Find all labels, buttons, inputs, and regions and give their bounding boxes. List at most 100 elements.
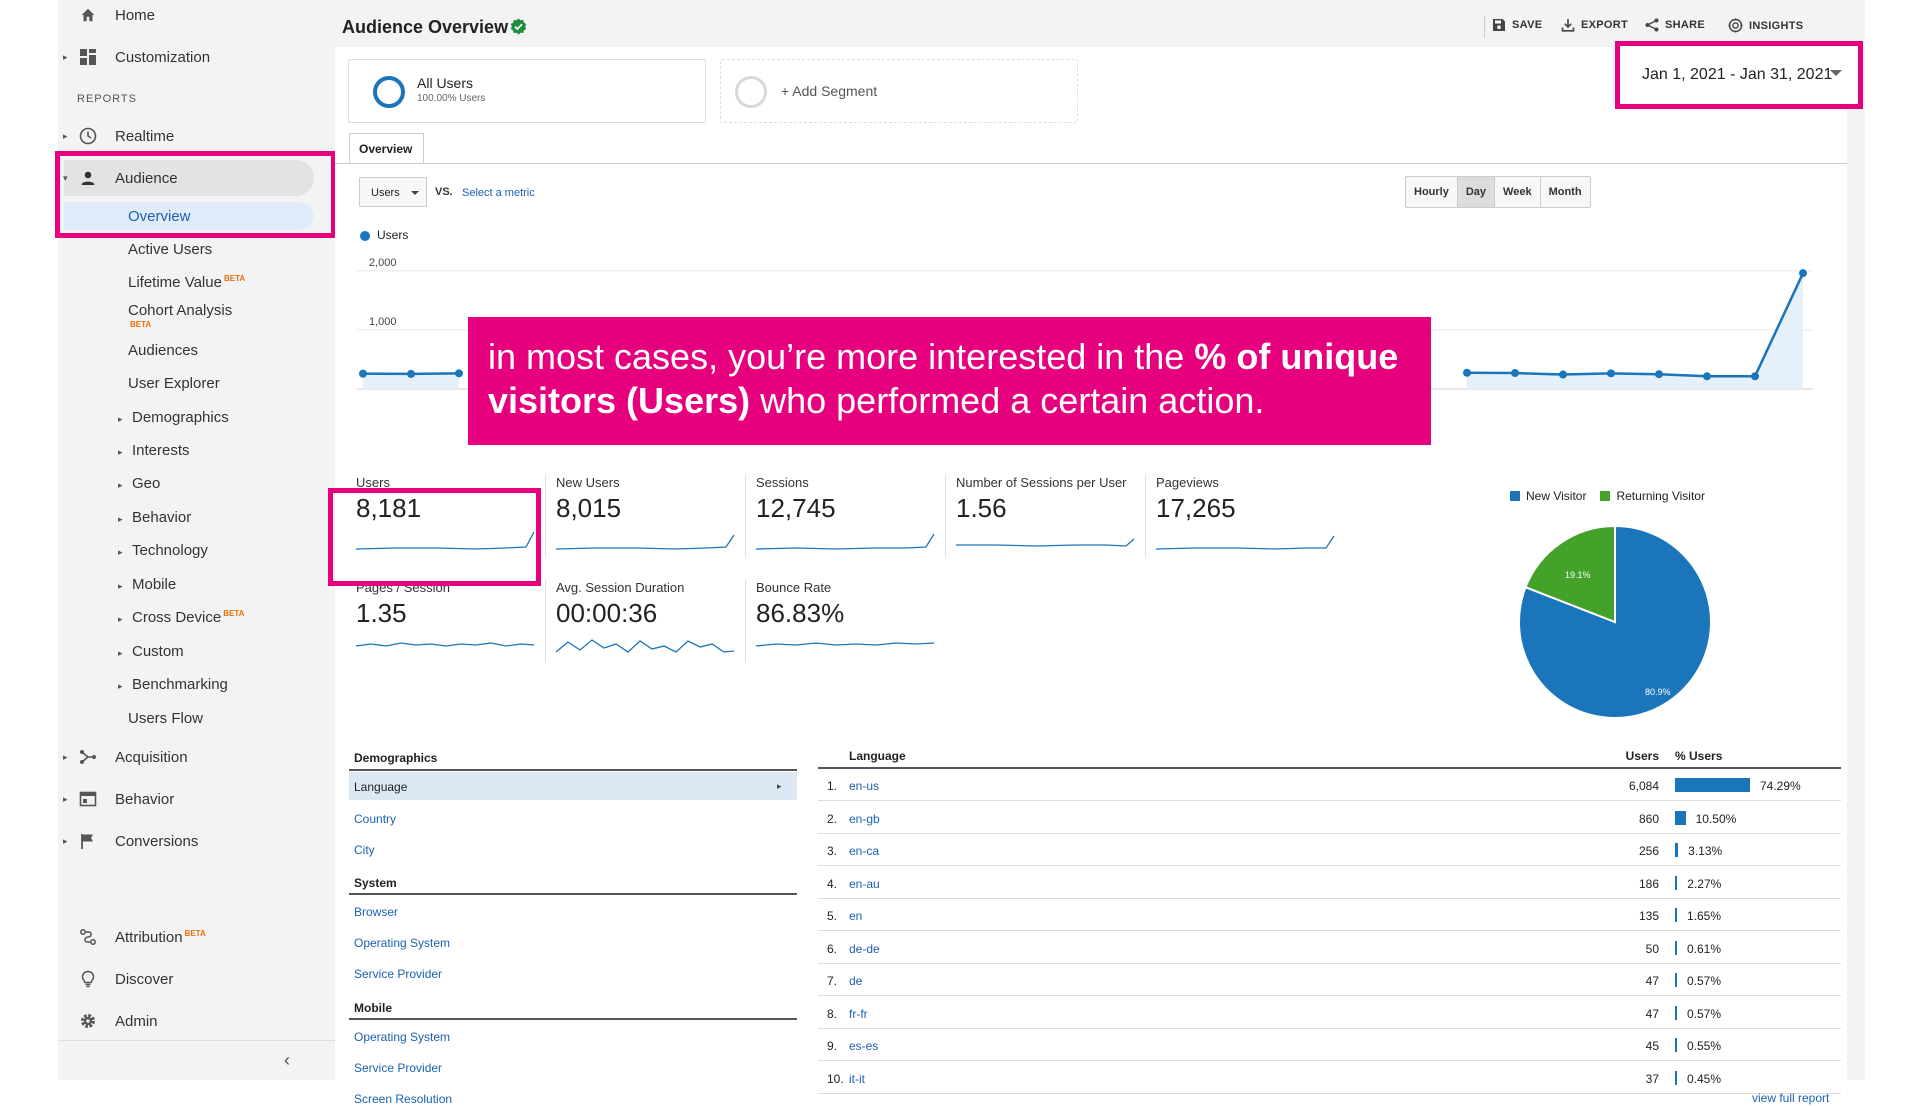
nav-item-label: Custom <box>132 643 184 660</box>
nav-home-label: Home <box>115 6 156 24</box>
nav-item-label: Cohort Analysis <box>128 302 233 319</box>
expand-caret-icon: ▸ <box>118 648 123 658</box>
table-row[interactable]: 10. it-it 37 0.45% <box>818 1062 1841 1094</box>
nav-lifetime-value[interactable]: Lifetime Value BETA <box>128 274 245 291</box>
audience-highlight-box <box>55 151 336 238</box>
share-button[interactable]: SHARE <box>1645 18 1705 32</box>
table-row[interactable]: 8. fr-fr 47 0.57% <box>818 997 1841 1029</box>
nav-geo[interactable]: ▸ Geo <box>118 475 160 492</box>
row-users: 186 <box>1638 876 1659 891</box>
pie-legend: New Visitor Returning Visitor <box>1510 489 1705 503</box>
table-row[interactable]: 6. de-de 50 0.61% <box>818 932 1841 964</box>
metric-card[interactable]: Number of Sessions per User 1.56 <box>948 475 1138 560</box>
metric-card[interactable]: Sessions 12,745 <box>748 475 938 560</box>
dimension-city[interactable]: City <box>354 843 375 857</box>
add-segment-button[interactable]: + Add Segment <box>720 59 1078 123</box>
collapse-sidebar-icon[interactable]: ‹ <box>284 1050 290 1071</box>
data-point[interactable] <box>359 369 367 378</box>
table-row[interactable]: 3. en-ca 256 3.13% <box>818 834 1841 866</box>
language-link[interactable]: en <box>849 909 862 923</box>
nav-cross-device[interactable]: ▸ Cross Device BETA <box>118 609 244 626</box>
language-link[interactable]: en-au <box>849 877 880 891</box>
language-link[interactable]: en-us <box>849 779 879 793</box>
nav-cohort-analysis[interactable]: Cohort Analysis <box>128 302 232 319</box>
nav-interests[interactable]: ▸ Interests <box>118 442 190 459</box>
table-row[interactable]: 7. de 47 0.57% <box>818 964 1841 996</box>
table-row[interactable]: 2. en-gb 860 10.50% <box>818 802 1841 834</box>
data-point[interactable] <box>1463 368 1471 377</box>
insights-button[interactable]: INSIGHTS <box>1728 18 1803 33</box>
data-point[interactable] <box>1799 269 1807 278</box>
sparkline-path <box>356 642 535 647</box>
date-range-picker[interactable]: Jan 1, 2021 - Jan 31, 2021 <box>1615 41 1863 109</box>
table-row[interactable]: 1. en-us 6,084 74.29% <box>818 769 1841 801</box>
metric-select[interactable]: Users <box>359 177 427 207</box>
data-point[interactable] <box>1511 369 1519 378</box>
beta-badge: BETA <box>223 609 245 618</box>
nav-users-flow[interactable]: Users Flow <box>128 710 203 727</box>
table-row[interactable]: 4. en-au 186 2.27% <box>818 867 1841 899</box>
language-link[interactable]: fr-fr <box>849 1007 868 1021</box>
dimension-language[interactable]: Language <box>354 780 407 794</box>
tab-overview[interactable]: Overview <box>349 133 424 163</box>
metric-label: Bounce Rate <box>756 580 832 595</box>
language-link[interactable]: it-it <box>849 1072 865 1086</box>
language-link[interactable]: de-de <box>849 942 880 956</box>
metric-card[interactable]: Bounce Rate 86.83% <box>748 580 938 665</box>
dimension-mobile-service-provider[interactable]: Service Provider <box>354 1061 442 1075</box>
language-link[interactable]: es-es <box>849 1039 878 1053</box>
dimension-browser[interactable]: Browser <box>354 905 398 919</box>
row-rank: 5. <box>827 909 838 923</box>
nav-demographics[interactable]: ▸ Demographics <box>118 409 229 426</box>
data-point[interactable] <box>1751 372 1759 381</box>
dimension-service-provider[interactable]: Service Provider <box>354 967 442 981</box>
view-full-report-link[interactable]: view full report <box>1752 1091 1829 1105</box>
select-metric-link[interactable]: Select a metric <box>462 187 535 199</box>
beta-badge: BETA <box>130 320 152 329</box>
granularity-day-button[interactable]: Day <box>1457 177 1496 207</box>
table-row[interactable]: 5. en 135 1.65% <box>818 899 1841 931</box>
dimension-country[interactable]: Country <box>354 812 396 826</box>
data-point[interactable] <box>407 369 415 378</box>
nav-audiences[interactable]: Audiences <box>128 342 198 359</box>
nav-active-users[interactable]: Active Users <box>128 241 212 258</box>
nav-user-explorer[interactable]: User Explorer <box>128 375 220 392</box>
annotation-callout: in most cases, you’re more interested in… <box>468 317 1431 445</box>
nav-item-label: Audiences <box>128 342 199 359</box>
data-point[interactable] <box>1703 372 1711 381</box>
dimension-operating-system[interactable]: Operating System <box>354 936 450 950</box>
metric-card[interactable]: Pageviews 17,265 <box>1148 475 1338 560</box>
nav-audience-behavior[interactable]: ▸ Behavior <box>118 509 191 526</box>
metric-card[interactable]: New Users 8,015 <box>548 475 738 560</box>
metric-card[interactable]: Pages / Session 1.35 <box>348 580 538 665</box>
nav-technology[interactable]: ▸ Technology <box>118 542 208 559</box>
granularity-hourly-button[interactable]: Hourly <box>1406 177 1458 207</box>
language-link[interactable]: en-ca <box>849 844 879 858</box>
segment-all-users[interactable]: All Users 100.00% Users <box>348 59 706 123</box>
dimension-language-selected[interactable] <box>349 772 797 800</box>
dimension-mobile-operating-system[interactable]: Operating System <box>354 1030 450 1044</box>
pie-label-new: 80.9% <box>1645 687 1671 697</box>
nav-conversions-label: Conversions <box>115 832 199 850</box>
metric-card[interactable]: Avg. Session Duration 00:00:36 <box>548 580 738 665</box>
save-icon <box>1493 19 1505 31</box>
dimension-screen-resolution[interactable]: Screen Resolution <box>354 1092 452 1106</box>
data-point[interactable] <box>1607 369 1615 378</box>
export-button[interactable]: EXPORT <box>1561 18 1628 32</box>
segment-share: 100.00% Users <box>417 93 486 104</box>
metric-sparkline <box>556 639 735 653</box>
table-row[interactable]: 9. es-es 45 0.55% <box>818 1029 1841 1061</box>
report-content: All Users 100.00% Users + Add Segment Ov… <box>328 41 1863 1106</box>
data-point[interactable] <box>1655 370 1663 379</box>
language-link[interactable]: de <box>849 974 862 988</box>
granularity-week-button[interactable]: Week <box>1495 177 1541 207</box>
nav-custom[interactable]: ▸ Custom <box>118 643 184 660</box>
data-point[interactable] <box>1559 370 1567 379</box>
nav-benchmarking[interactable]: ▸ Benchmarking <box>118 676 228 693</box>
data-point[interactable] <box>455 369 463 378</box>
language-link[interactable]: en-gb <box>849 812 880 826</box>
granularity-month-button[interactable]: Month <box>1541 177 1590 207</box>
save-label: SAVE <box>1512 19 1543 31</box>
nav-mobile[interactable]: ▸ Mobile <box>118 576 176 593</box>
save-button[interactable]: SAVE <box>1492 18 1542 32</box>
